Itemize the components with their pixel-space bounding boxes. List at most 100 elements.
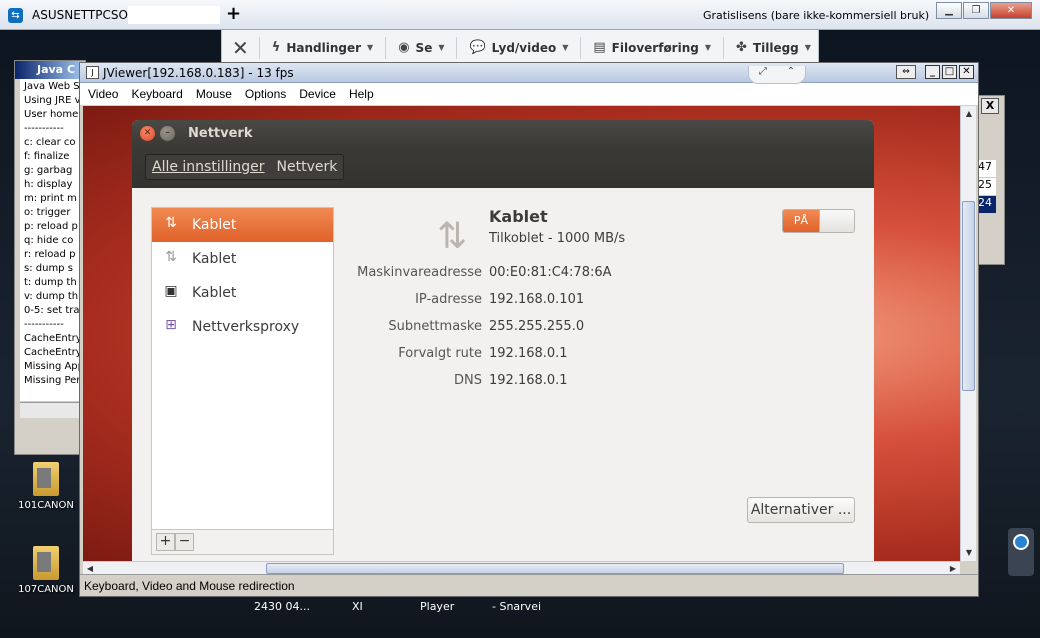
menu-device[interactable]: Device	[299, 87, 336, 101]
chat-icon: 💬	[469, 40, 486, 55]
detail-value: 192.168.0.1	[489, 346, 568, 361]
fullscreen-icon[interactable]: ⤢	[759, 66, 767, 83]
console-line: v: dump th	[24, 291, 79, 302]
console-line: Missing App	[24, 361, 85, 372]
detail-key: Forvalgt rute	[398, 346, 482, 361]
caret-down-icon: ▼	[367, 43, 374, 52]
console-line: g: garbag	[24, 165, 73, 176]
detail-key: Subnettmaske	[388, 319, 482, 334]
wired-network-icon: ⇅	[165, 215, 177, 231]
caret-down-icon: ▼	[438, 43, 445, 52]
breadcrumb: Alle innstillinger Nettverk	[132, 146, 874, 188]
close-session-button[interactable]: ✕	[222, 36, 259, 60]
scroll-up-icon[interactable]: ▲	[961, 106, 977, 122]
scroll-thumb[interactable]	[266, 563, 844, 574]
toolbar-label: Se	[415, 40, 433, 55]
close-button[interactable]: ✕	[990, 2, 1032, 19]
taskbar-item[interactable]: XI	[352, 600, 363, 613]
close-icon[interactable]: ✕	[140, 125, 155, 141]
remote-screen[interactable]: ✕ – Nettverk Alle innstillinger Nettverk…	[83, 106, 960, 561]
list-item[interactable]: 24	[976, 196, 996, 214]
detail-row-mac: Maskinvareadresse 00:E0:81:C4:78:6A	[352, 265, 857, 285]
toolbar-label: Tillegg	[752, 40, 799, 55]
new-tab-button[interactable]: +	[226, 3, 241, 24]
connection-status: Tilkoblet - 1000 MB/s	[489, 231, 626, 246]
console-line: Missing Per	[24, 375, 81, 386]
options-button[interactable]: Alternativer ...	[747, 497, 855, 523]
toolbar-view-menu[interactable]: ◉ Se ▼	[385, 36, 456, 59]
desktop-icon-101canon[interactable]: 101CANON	[16, 462, 76, 511]
toolbar-extras-menu[interactable]: ✤ Tillegg ▼	[723, 36, 823, 59]
breadcrumb-network[interactable]: Nettverk	[277, 159, 338, 175]
redacted-area	[128, 6, 220, 24]
maximize-button[interactable]: ❐	[963, 2, 989, 19]
network-device-list: ⇅ Kablet ⇅ Kablet ▣ Kablet ⊞ Nettverkspr…	[151, 207, 334, 555]
horizontal-scrollbar[interactable]: ◀ ▶	[83, 561, 960, 575]
console-line: CacheEntry	[24, 333, 82, 344]
fit-window-icon[interactable]: ⇔	[896, 65, 916, 79]
scroll-down-icon[interactable]: ▼	[961, 545, 977, 561]
list-item-proxy[interactable]: ⊞ Nettverksproxy	[152, 310, 333, 344]
toolbar-actions-menu[interactable]: ϟ Handlinger ▼	[258, 36, 385, 59]
list-item-wired-3[interactable]: ▣ Kablet	[152, 276, 333, 310]
teamviewer-side-badge[interactable]	[1008, 528, 1034, 576]
taskbar-item[interactable]: - Snarvei	[492, 600, 541, 613]
taskbar-item[interactable]: Player	[420, 600, 454, 613]
breadcrumb-all-settings[interactable]: Alle innstillinger	[152, 159, 265, 175]
dialog-title: Nettverk	[188, 125, 253, 141]
caret-down-icon: ▼	[562, 43, 569, 52]
toolbar-audio-video-menu[interactable]: 💬 Lyd/video ▼	[456, 36, 580, 59]
menu-options[interactable]: Options	[245, 87, 286, 101]
menu-help[interactable]: Help	[349, 87, 374, 101]
menu-mouse[interactable]: Mouse	[196, 87, 232, 101]
caret-down-icon: ▼	[804, 43, 811, 52]
minimize-icon[interactable]: –	[160, 125, 175, 141]
menu-keyboard[interactable]: Keyboard	[131, 87, 182, 101]
connection-name: Kablet	[489, 207, 548, 226]
detail-row-gateway: Forvalgt rute 192.168.0.1	[352, 346, 857, 366]
remove-connection-button[interactable]: −	[175, 533, 194, 551]
connection-toggle[interactable]: PÅ	[782, 209, 855, 233]
list-item-wired-2[interactable]: ⇅ Kablet	[152, 242, 333, 276]
console-line: CacheEntry	[24, 347, 82, 358]
list-item-label: Kablet	[192, 285, 237, 301]
toolbar-collapse-tab[interactable]: ⤢ ⌃	[748, 66, 806, 84]
minimize-button[interactable]: ▁	[936, 2, 962, 19]
file-transfer-icon: ▤	[593, 40, 606, 55]
chevron-up-icon[interactable]: ⌃	[787, 66, 795, 83]
list-item-wired-1[interactable]: ⇅ Kablet	[152, 208, 333, 242]
console-line: -----------	[24, 123, 64, 134]
console-line: f: finalize	[24, 151, 70, 162]
console-line: s: dump s	[24, 263, 73, 274]
add-connection-button[interactable]: +	[156, 533, 175, 551]
minimize-button[interactable]: _	[925, 65, 940, 79]
console-line: r: reload p	[24, 249, 76, 260]
taskbar-item[interactable]: 2430 04...	[254, 600, 310, 613]
console-line: p: reload p	[24, 221, 78, 232]
java-console-title: Java C	[15, 61, 85, 79]
vertical-scrollbar[interactable]: ▲ ▼	[960, 106, 976, 561]
connection-details: ⇅ Kablet Tilkoblet - 1000 MB/s PÅ Maskin…	[352, 207, 857, 547]
list-item[interactable]: 47	[976, 160, 996, 178]
close-icon[interactable]: X	[981, 98, 999, 114]
detail-key: DNS	[454, 373, 482, 388]
console-line: -----------	[24, 319, 64, 330]
teamviewer-session-title: ASUSNETTPCSOR	[32, 8, 137, 22]
scroll-thumb[interactable]	[962, 201, 975, 391]
status-bar: Keyboard, Video and Mouse redirection	[80, 574, 978, 596]
desktop-icon-107canon[interactable]: 107CANON	[16, 546, 76, 595]
toggle-knob	[819, 210, 854, 232]
wired-network-icon: ⇅	[165, 249, 177, 265]
java-console-window: Java C Java Web S Using JRE v User home …	[14, 60, 86, 455]
java-console-scrollbar[interactable]	[20, 402, 85, 418]
maximize-button[interactable]: □	[942, 65, 957, 79]
wired-network-icon: ⇅	[437, 216, 468, 257]
toolbar-file-transfer-menu[interactable]: ▤ Filoverføring ▼	[580, 36, 723, 59]
jviewer-window: J JViewer[192.168.0.183] - 13 fps ⇔ _ □ …	[79, 62, 979, 597]
toolbar-label: Lyd/video	[491, 40, 557, 55]
close-button[interactable]: ✕	[959, 65, 974, 79]
toggle-on-label: PÅ	[783, 210, 819, 232]
list-item[interactable]: 25	[976, 178, 996, 196]
menu-video[interactable]: Video	[88, 87, 118, 101]
console-line: 0-5: set tra	[24, 305, 80, 316]
